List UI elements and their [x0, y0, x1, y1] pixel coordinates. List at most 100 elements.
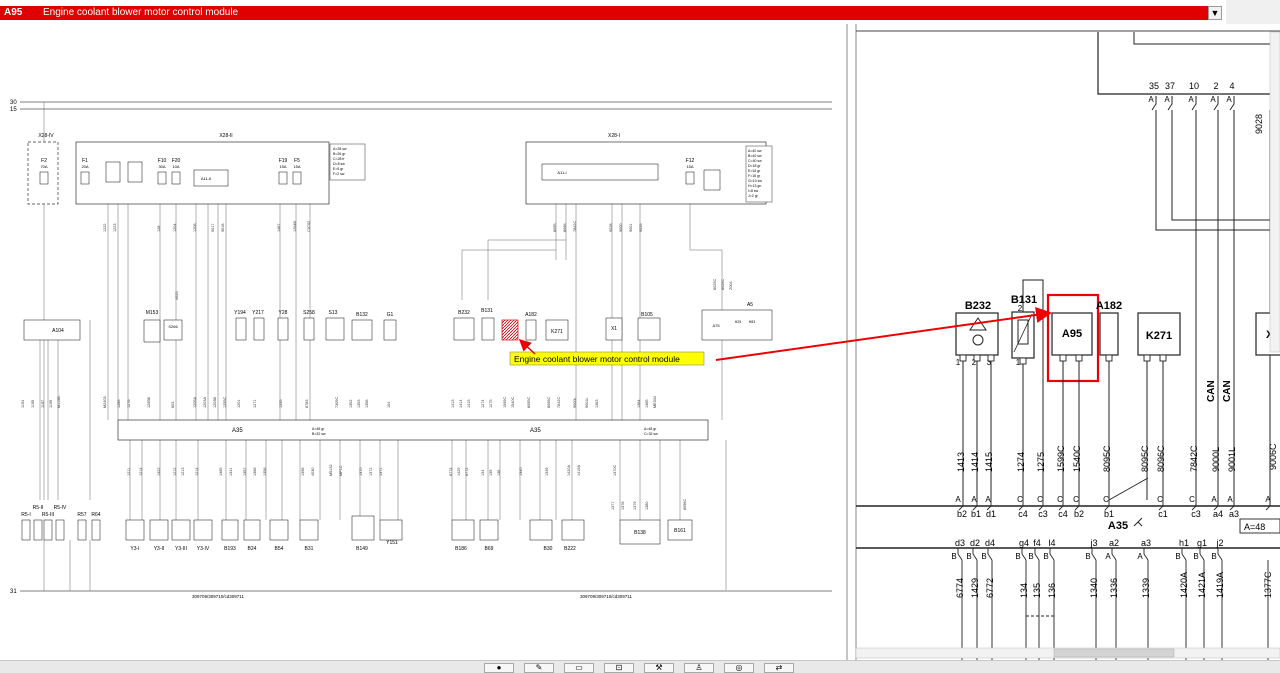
a95-label: A95: [1062, 328, 1082, 340]
svg-text:128: 128: [157, 226, 161, 232]
svg-text:1339: 1339: [1141, 578, 1151, 598]
rail-15-label: 15: [10, 107, 17, 113]
svg-text:B: B: [1085, 552, 1090, 561]
svg-text:135: 135: [489, 470, 493, 476]
svg-text:1339: 1339: [545, 468, 549, 476]
svg-text:2: 2: [1018, 304, 1023, 313]
svg-text:7842C: 7842C: [557, 397, 561, 408]
title-dropdown-button[interactable]: ▼: [1208, 6, 1222, 20]
svg-text:B30: B30: [544, 546, 553, 552]
svg-text:R5-IV: R5-IV: [54, 505, 67, 511]
svg-text:8095C: 8095C: [1102, 445, 1112, 472]
svg-text:R5-III: R5-III: [42, 512, 54, 518]
svg-text:9017: 9017: [211, 224, 215, 232]
svg-text:1357: 1357: [243, 468, 247, 476]
svg-text:9000: 9000: [619, 224, 623, 232]
svg-text:R5-II: R5-II: [33, 505, 44, 511]
svg-text:15A: 15A: [686, 164, 693, 169]
tool-icon: ⊡: [615, 663, 623, 672]
svg-text:4025: 4025: [175, 292, 179, 300]
svg-text:j3: j3: [1089, 538, 1097, 548]
svg-text:C: C: [1073, 495, 1079, 504]
svg-text:1194: 1194: [21, 400, 25, 408]
svg-text:1377C: 1377C: [1263, 571, 1273, 598]
a182-label: A182: [1096, 300, 1122, 312]
svg-text:S258: S258: [303, 310, 315, 316]
svg-text:h1: h1: [1179, 538, 1189, 548]
svg-text:B105: B105: [641, 312, 653, 318]
svg-text:1274: 1274: [1016, 452, 1026, 472]
svg-text:A: A: [1148, 95, 1154, 104]
svg-text:1370: 1370: [359, 468, 363, 476]
svg-text:7842C: 7842C: [573, 221, 577, 232]
right-zoom-panel[interactable]: 35 37 10 2 4 A A A A A 9028 9006C B232 B…: [855, 24, 1280, 662]
highlight-tooltip-text: Engine coolant blower motor control modu…: [514, 354, 680, 364]
svg-text:A: A: [1105, 552, 1111, 561]
svg-text:8025C: 8025C: [713, 279, 717, 290]
vertical-scrollbar[interactable]: [1269, 31, 1280, 353]
svg-text:1540C: 1540C: [1072, 445, 1082, 472]
svg-text:1419A: 1419A: [1215, 572, 1225, 598]
relay-a11-ii-label: A11-II: [201, 176, 211, 181]
can-label-1: CAN: [1206, 380, 1217, 402]
pen-icon: ✎: [535, 663, 543, 672]
svg-text:1201: 1201: [237, 400, 241, 408]
svg-text:A=40 sw: A=40 sw: [748, 149, 762, 153]
svg-text:Y3-I: Y3-I: [130, 546, 139, 552]
svg-text:1380: 1380: [645, 502, 649, 510]
a35-bus-label: A35: [1108, 520, 1128, 532]
svg-text:1429: 1429: [970, 578, 980, 598]
component-a182[interactable]: [1099, 312, 1119, 356]
svg-text:M2403: M2403: [103, 396, 107, 408]
svg-text:1414: 1414: [459, 400, 463, 408]
svg-text:1322: 1322: [157, 468, 161, 476]
svg-text:1271: 1271: [253, 400, 257, 408]
svg-text:M5132: M5132: [329, 464, 333, 476]
svg-text:S266: S266: [168, 324, 178, 329]
svg-text:C=28 fr: C=28 fr: [333, 157, 345, 161]
svg-text:d3: d3: [955, 538, 965, 548]
svg-text:1274: 1274: [481, 400, 485, 408]
person-icon: ♙: [695, 663, 703, 672]
svg-text:B: B: [1193, 552, 1198, 561]
svg-text:1341: 1341: [229, 468, 233, 476]
svg-text:10: 10: [1189, 81, 1199, 91]
svg-text:B138: B138: [634, 530, 646, 536]
svg-text:1356: 1356: [263, 468, 267, 476]
svg-text:B54: B54: [275, 546, 284, 552]
svg-text:15A: 15A: [279, 164, 286, 169]
svg-text:9028: 9028: [609, 224, 613, 232]
horizontal-scroll-thumb[interactable]: [1053, 648, 1175, 658]
svg-text:9018: 9018: [221, 224, 225, 232]
svg-text:H83: H83: [749, 320, 755, 324]
svg-text:1199: 1199: [49, 400, 53, 408]
svg-text:1195: 1195: [31, 400, 35, 408]
svg-text:1413: 1413: [451, 400, 455, 408]
svg-text:R57: R57: [77, 512, 86, 518]
svg-text:Y151: Y151: [386, 540, 398, 546]
svg-text:9001L: 9001L: [1227, 447, 1237, 472]
svg-text:1353: 1353: [357, 400, 361, 408]
svg-text:15A: 15A: [293, 164, 300, 169]
fusebox-x28-iv-label: X28-IV: [38, 133, 54, 139]
svg-text:4030: 4030: [311, 468, 315, 476]
svg-text:MP1C: MP1C: [339, 465, 343, 476]
svg-text:1420A: 1420A: [567, 465, 571, 476]
svg-text:A182: A182: [525, 312, 537, 318]
svg-text:B69: B69: [485, 546, 494, 552]
svg-text:B193: B193: [224, 546, 236, 552]
reference-number-2: 309709/309710/cd309711: [580, 594, 632, 599]
svg-text:A: A: [955, 495, 961, 504]
window-icon: ▭: [575, 663, 583, 672]
bottom-toolbar: ● ✎ ▭ ⊡ ⚒ ♙ ◎ ⇄: [0, 660, 1280, 673]
relay-a11-i-label: A11-I: [557, 170, 566, 175]
eye-icon: ◎: [735, 663, 743, 672]
svg-text:1197: 1197: [41, 400, 45, 408]
svg-text:R5-I: R5-I: [21, 512, 30, 518]
svg-text:7842C: 7842C: [1189, 445, 1199, 472]
svg-text:8783: 8783: [305, 400, 309, 408]
svg-text:1372: 1372: [369, 468, 373, 476]
svg-text:B=40 sw: B=40 sw: [748, 154, 762, 158]
svg-text:f4: f4: [1033, 538, 1041, 548]
svg-text:1203A: 1203A: [203, 397, 207, 408]
